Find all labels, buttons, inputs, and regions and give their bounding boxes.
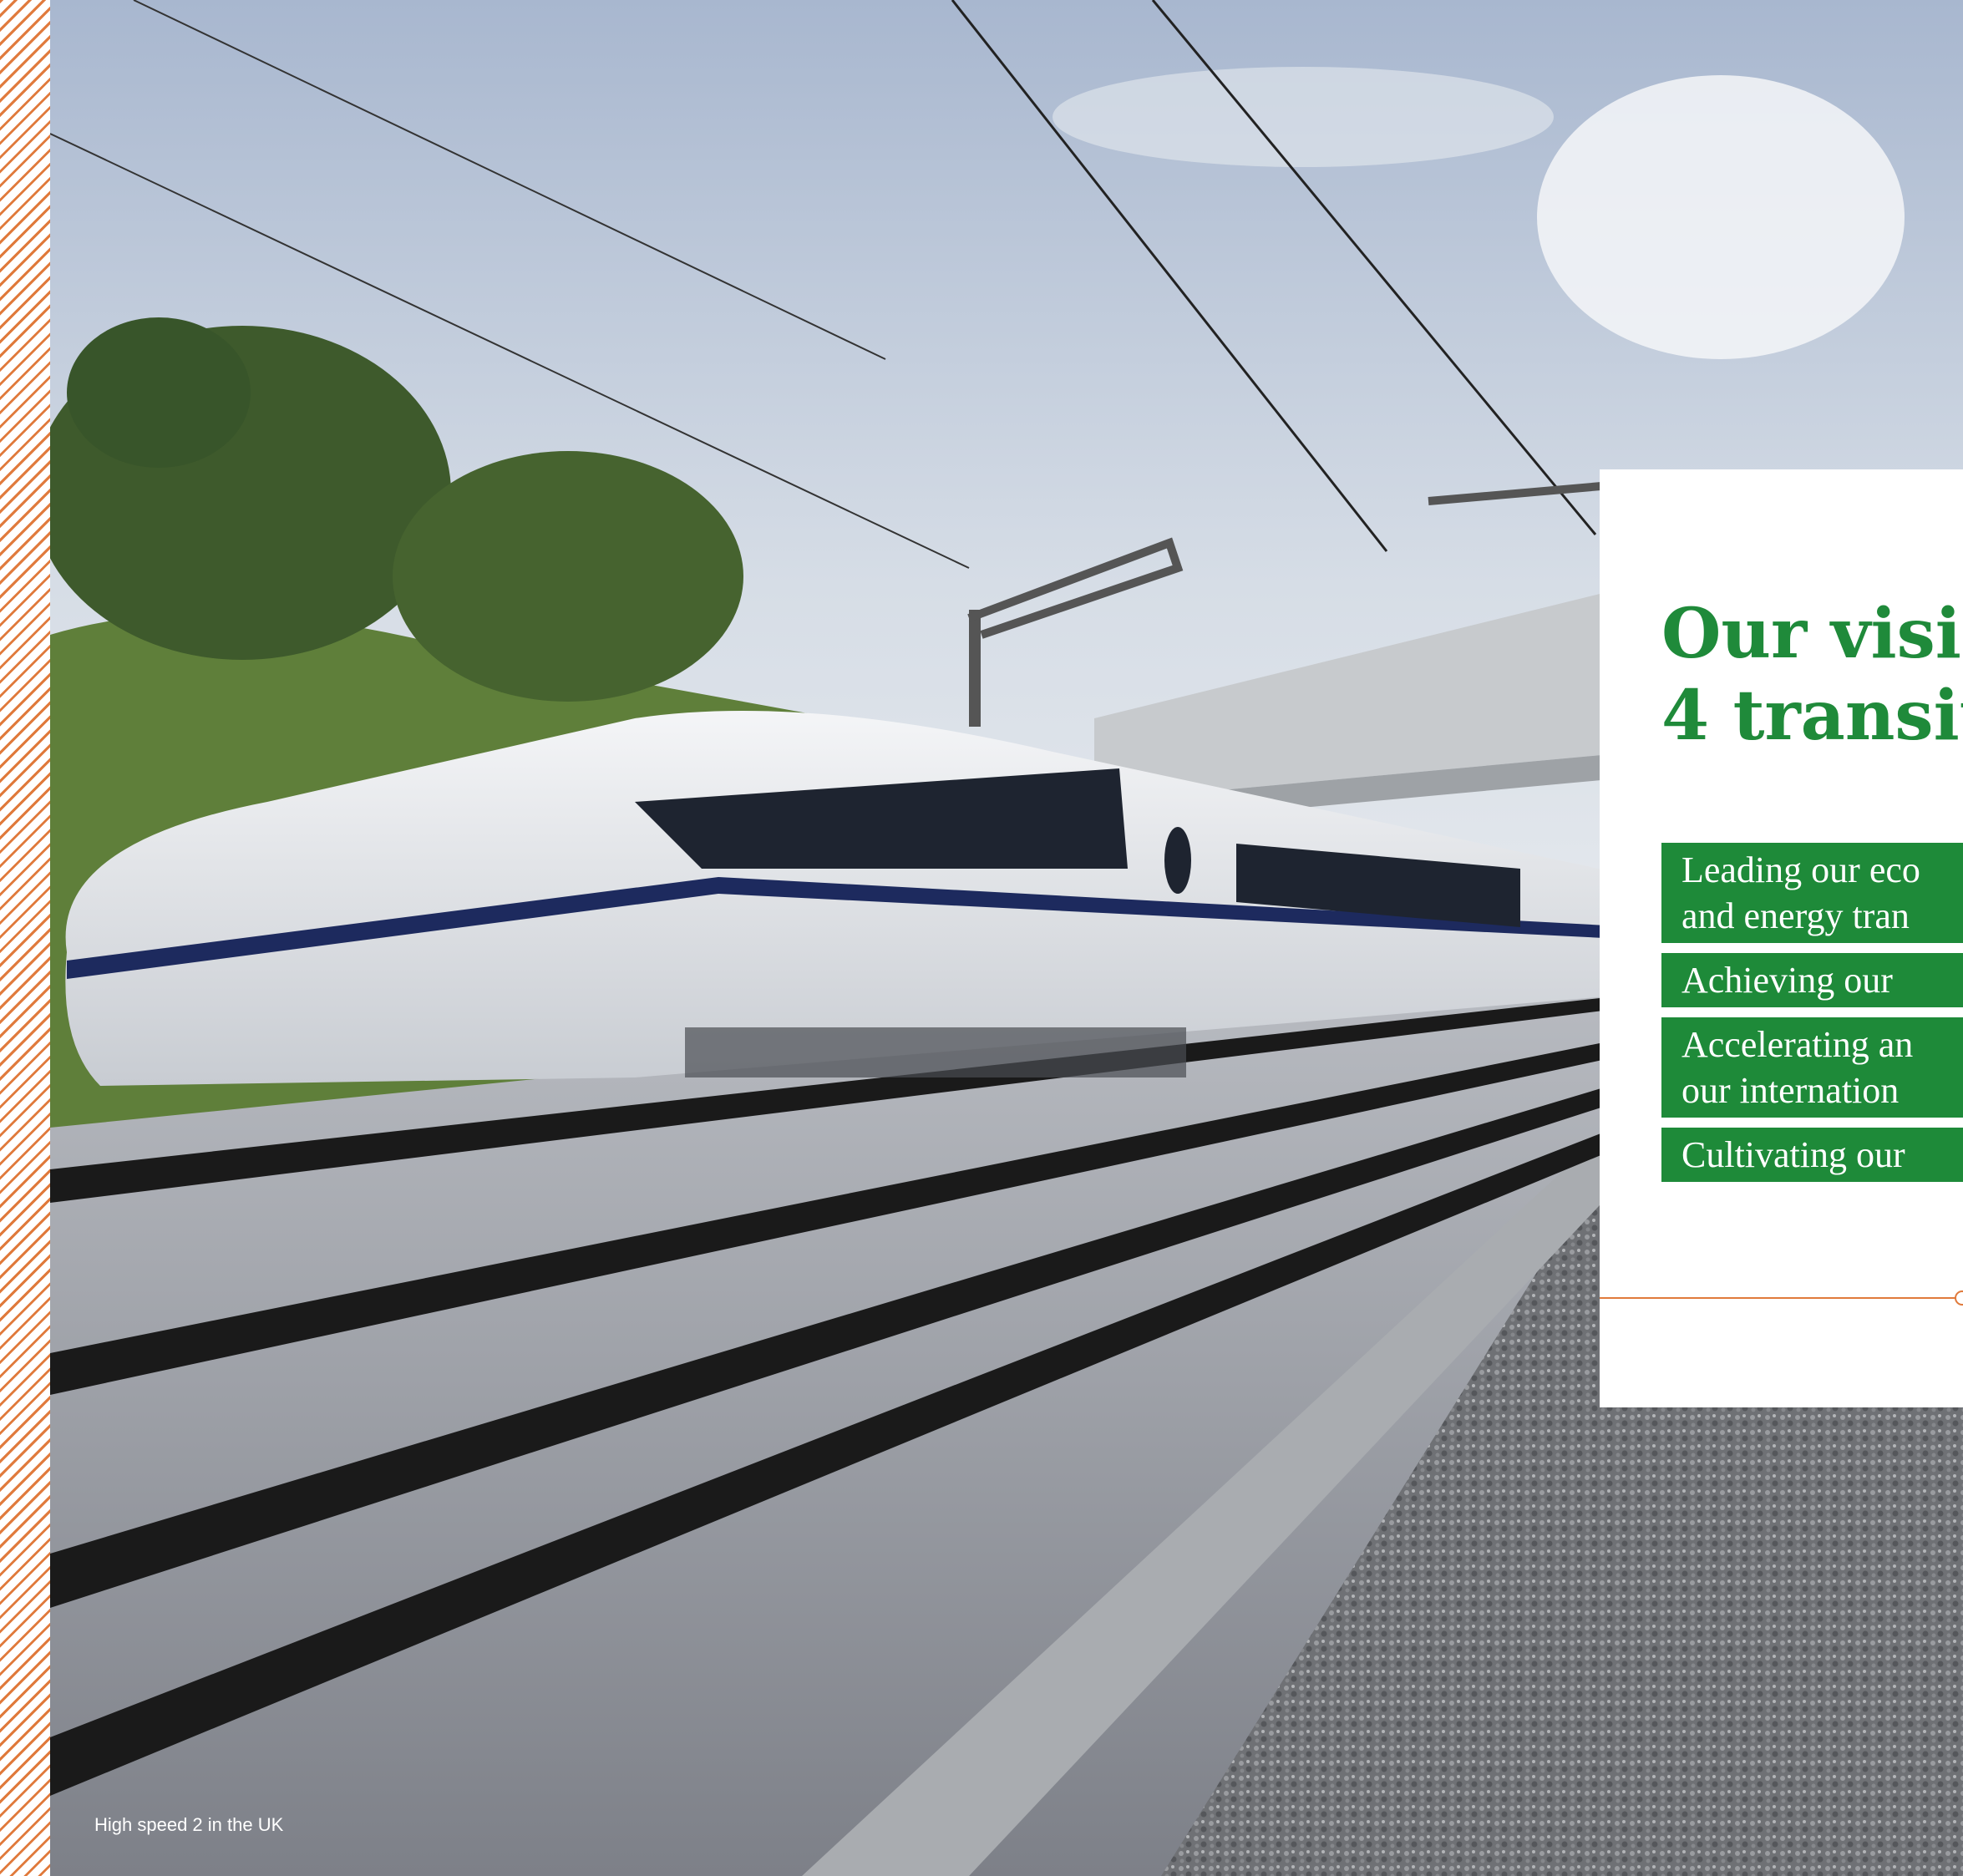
transition-line: Cultivating our [1681,1134,1905,1175]
transition-item-accelerating: Accelerating an our internation [1661,1017,1963,1118]
vision-heading: Our visi 4 transit [1661,593,1963,757]
transition-line: Achieving our [1681,960,1893,1001]
transition-item-energy: Leading our eco and energy tran [1661,843,1963,943]
vision-panel: Our visi 4 transit Leading our eco and e… [1600,469,1963,1407]
photo-caption: High speed 2 in the UK [94,1814,284,1835]
panel-divider [1600,1297,1963,1299]
transition-line: and energy tran [1681,895,1910,936]
transitions-list: Leading our eco and energy tran Achievin… [1661,843,1963,1192]
transition-item-achieving: Achieving our [1661,953,1963,1007]
decorative-hatched-stripe [0,0,50,1876]
divider-dot [1955,1290,1963,1306]
transition-line: our internation [1681,1070,1900,1111]
heading-line-1: Our visi [1661,594,1961,674]
heading-line-2: 4 transit [1661,676,1963,756]
transition-line: Leading our eco [1681,849,1920,890]
transition-item-cultivating: Cultivating our [1661,1128,1963,1182]
transition-line: Accelerating an [1681,1024,1914,1065]
